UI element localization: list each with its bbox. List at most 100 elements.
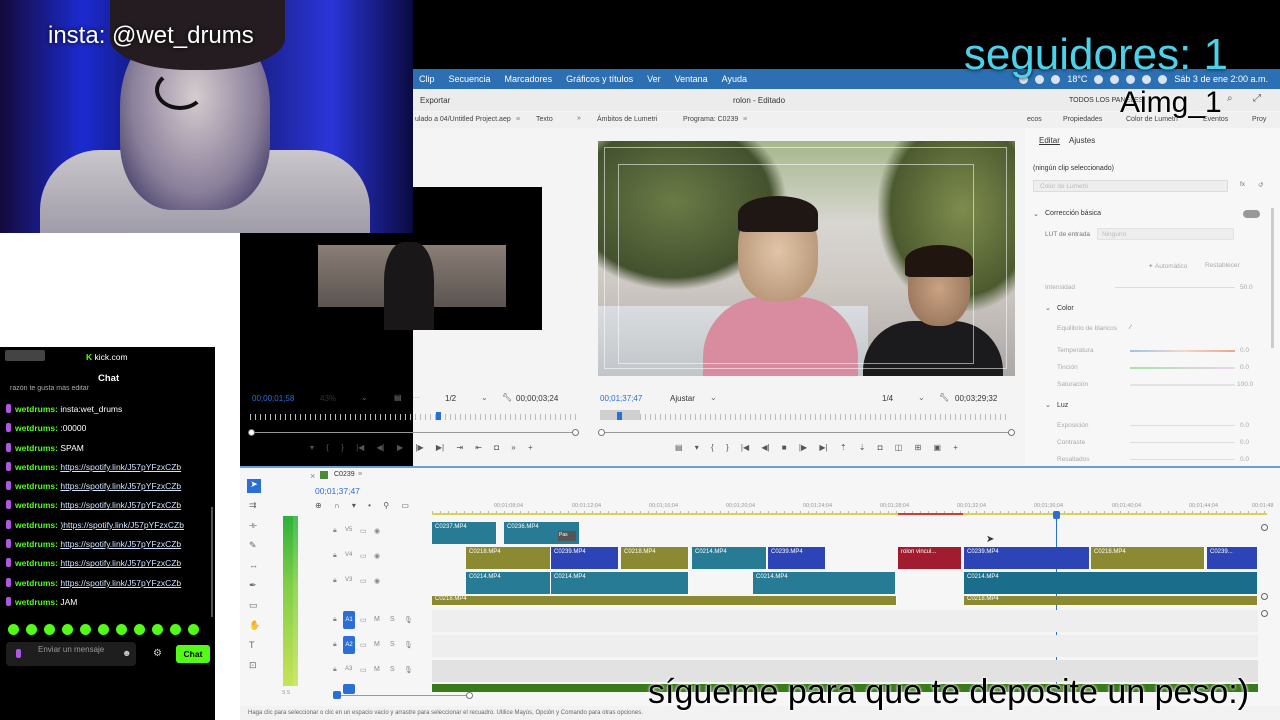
scroll-handle[interactable] [598, 429, 605, 436]
add-marker-icon[interactable]: ▾ [310, 443, 314, 452]
lock-icon[interactable]: 🔒︎ [333, 577, 337, 585]
track-label[interactable]: V3 [345, 577, 352, 583]
lumetri-scrollbar[interactable] [1271, 208, 1274, 348]
emoji-icon[interactable]: ☻ [122, 648, 131, 658]
temperature-value[interactable]: 0.0 [1240, 347, 1249, 354]
sync-lock-icon[interactable]: ▭ [360, 641, 367, 649]
mute-button[interactable]: M [374, 641, 380, 648]
linked-selection-icon[interactable]: ∩ [334, 501, 340, 510]
add-button-icon[interactable]: + [528, 443, 533, 452]
multicam-icon[interactable]: ▣ [934, 443, 942, 452]
go-to-in-icon[interactable]: |◀ [741, 443, 749, 452]
timeline-clip[interactable]: C0214.MP4 [964, 572, 1258, 594]
eye-icon[interactable]: ◉ [374, 552, 380, 560]
scroll-handle[interactable] [333, 691, 341, 699]
fullscreen-icon[interactable]: ⤢ [1253, 93, 1261, 104]
chat-link[interactable]: https://spotify.link/J57pYFzxCZb [60, 500, 181, 510]
mic-icon[interactable]: 🎙︎ [404, 666, 413, 674]
audio-track-target[interactable] [343, 684, 355, 694]
exposure-slider[interactable] [1130, 425, 1235, 426]
mark-out-icon[interactable]: } [341, 443, 344, 452]
step-forward-icon[interactable]: |▶ [799, 443, 807, 452]
track-label[interactable]: A2 [343, 636, 355, 654]
audio-track-lane[interactable] [432, 610, 1258, 632]
ripple-edit-tool-icon[interactable]: ⟛ [249, 520, 257, 531]
mark-in-icon[interactable]: { [326, 443, 329, 452]
chat-link[interactable]: https://spotify.link/J57pYFzxCZb [60, 539, 181, 549]
chat-link[interactable]: https://spotify.link/J57pYFzxCZb [60, 462, 181, 472]
eyedropper-icon[interactable]: ⁄ [1130, 324, 1131, 331]
basic-correction-toggle[interactable] [1243, 210, 1260, 218]
rectangle-tool-icon[interactable]: ▭ [249, 600, 258, 611]
chat-username[interactable]: wetdrums: [15, 539, 58, 549]
timeline-clip[interactable]: C0239... [1207, 547, 1258, 569]
menu-icon[interactable]: ≡ [358, 471, 362, 478]
lock-icon[interactable]: 🔒︎ [333, 666, 337, 674]
chat-input[interactable]: Enviar un mensaje ☻ [6, 642, 136, 666]
sync-lock-icon[interactable]: ▭ [360, 666, 367, 674]
insert-icon[interactable]: ⇥ [456, 443, 463, 452]
stop-icon[interactable]: ■ [782, 443, 787, 452]
emote-icon[interactable] [80, 624, 91, 635]
source-timecode[interactable]: 00;00;01;58 [252, 394, 294, 403]
emote-icon[interactable] [188, 624, 199, 635]
search-icon[interactable]: ⌕ [1227, 93, 1233, 104]
marker-icon[interactable]: • [368, 501, 371, 510]
sync-lock-icon[interactable]: ▭ [360, 552, 367, 560]
emote-icon[interactable] [8, 624, 19, 635]
timeline-clip[interactable]: C0214.MP4 [753, 572, 896, 594]
menu-ventana[interactable]: Ventana [675, 74, 708, 84]
eye-icon[interactable]: ◉ [374, 577, 380, 585]
export-tab[interactable]: Exportar [420, 96, 450, 105]
lumetri-tab-edit[interactable]: Editar [1039, 136, 1060, 145]
comparison-icon[interactable]: ◫ [895, 443, 903, 452]
chat-username[interactable]: wetdrums: [15, 500, 58, 510]
timeline-clip[interactable]: C0239.MP4 [964, 547, 1090, 569]
captions-icon[interactable]: ▭ [401, 501, 409, 510]
more-icon[interactable]: » [511, 443, 515, 452]
timeline-clip[interactable]: C0218.MP4 [432, 596, 897, 605]
send-chat-button[interactable]: Chat [176, 645, 210, 663]
tab-properties[interactable]: Propiedades [1063, 116, 1102, 123]
overwrite-icon[interactable]: ⇤ [475, 443, 482, 452]
intensity-slider[interactable] [1115, 287, 1235, 288]
saturation-value[interactable]: 100.0 [1237, 381, 1253, 388]
add-marker-icon[interactable]: ▾ [695, 443, 699, 452]
export-frame-icon[interactable]: ▤ [394, 393, 402, 402]
solo-button[interactable]: S [390, 666, 395, 673]
work-area-bar[interactable] [432, 513, 1267, 515]
program-playhead[interactable] [617, 412, 622, 420]
emote-icon[interactable] [98, 624, 109, 635]
chat-link[interactable]: https://spotify.link/J57pYFzxCZb [60, 578, 181, 588]
program-scrollbar[interactable] [600, 432, 1012, 433]
chat-username[interactable]: wetdrums: [15, 578, 58, 588]
menu-graficos[interactable]: Gráficos y títulos [566, 74, 633, 84]
chat-popout-icon[interactable] [5, 350, 45, 361]
lock-icon[interactable]: 🔒︎ [333, 527, 337, 535]
track-label[interactable]: A1 [343, 611, 355, 629]
saturation-slider[interactable] [1130, 384, 1235, 386]
tab-lumetri-scopes[interactable]: Ámbitos de Lumetri [597, 116, 657, 123]
light-section-header[interactable]: Luz [1057, 402, 1068, 409]
emote-icon[interactable] [170, 624, 181, 635]
menu-secuencia[interactable]: Secuencia [449, 74, 491, 84]
lock-icon[interactable]: 🔒︎ [333, 641, 337, 649]
source-resolution-select[interactable]: 1/2 [445, 394, 456, 403]
audio-track-lane[interactable] [432, 635, 1258, 657]
timeline-clip[interactable]: C0214.MP4 [551, 572, 689, 594]
go-to-in-icon[interactable]: |◀ [356, 443, 364, 452]
chevron-down-icon[interactable]: ⌄ [1045, 401, 1051, 409]
mute-button[interactable]: M [374, 616, 380, 623]
tab-effects[interactable]: ecos [1027, 116, 1042, 123]
temperature-slider[interactable] [1130, 350, 1235, 352]
color-section-header[interactable]: Color [1057, 305, 1074, 312]
contrast-slider[interactable] [1130, 442, 1235, 443]
lumetri-preset-select[interactable]: Color de Lumetri [1033, 180, 1228, 192]
sync-lock-icon[interactable]: ▭ [360, 577, 367, 585]
mute-button[interactable]: M [374, 666, 380, 673]
timeline-clip[interactable]: C0218.MP4 [964, 596, 1258, 605]
scroll-handle[interactable] [1261, 610, 1268, 617]
program-timecode[interactable]: 00;01;37;47 [600, 394, 642, 403]
go-to-out-icon[interactable]: ▶| [436, 443, 444, 452]
timeline-clip[interactable]: C0214.MP4 [466, 572, 551, 594]
